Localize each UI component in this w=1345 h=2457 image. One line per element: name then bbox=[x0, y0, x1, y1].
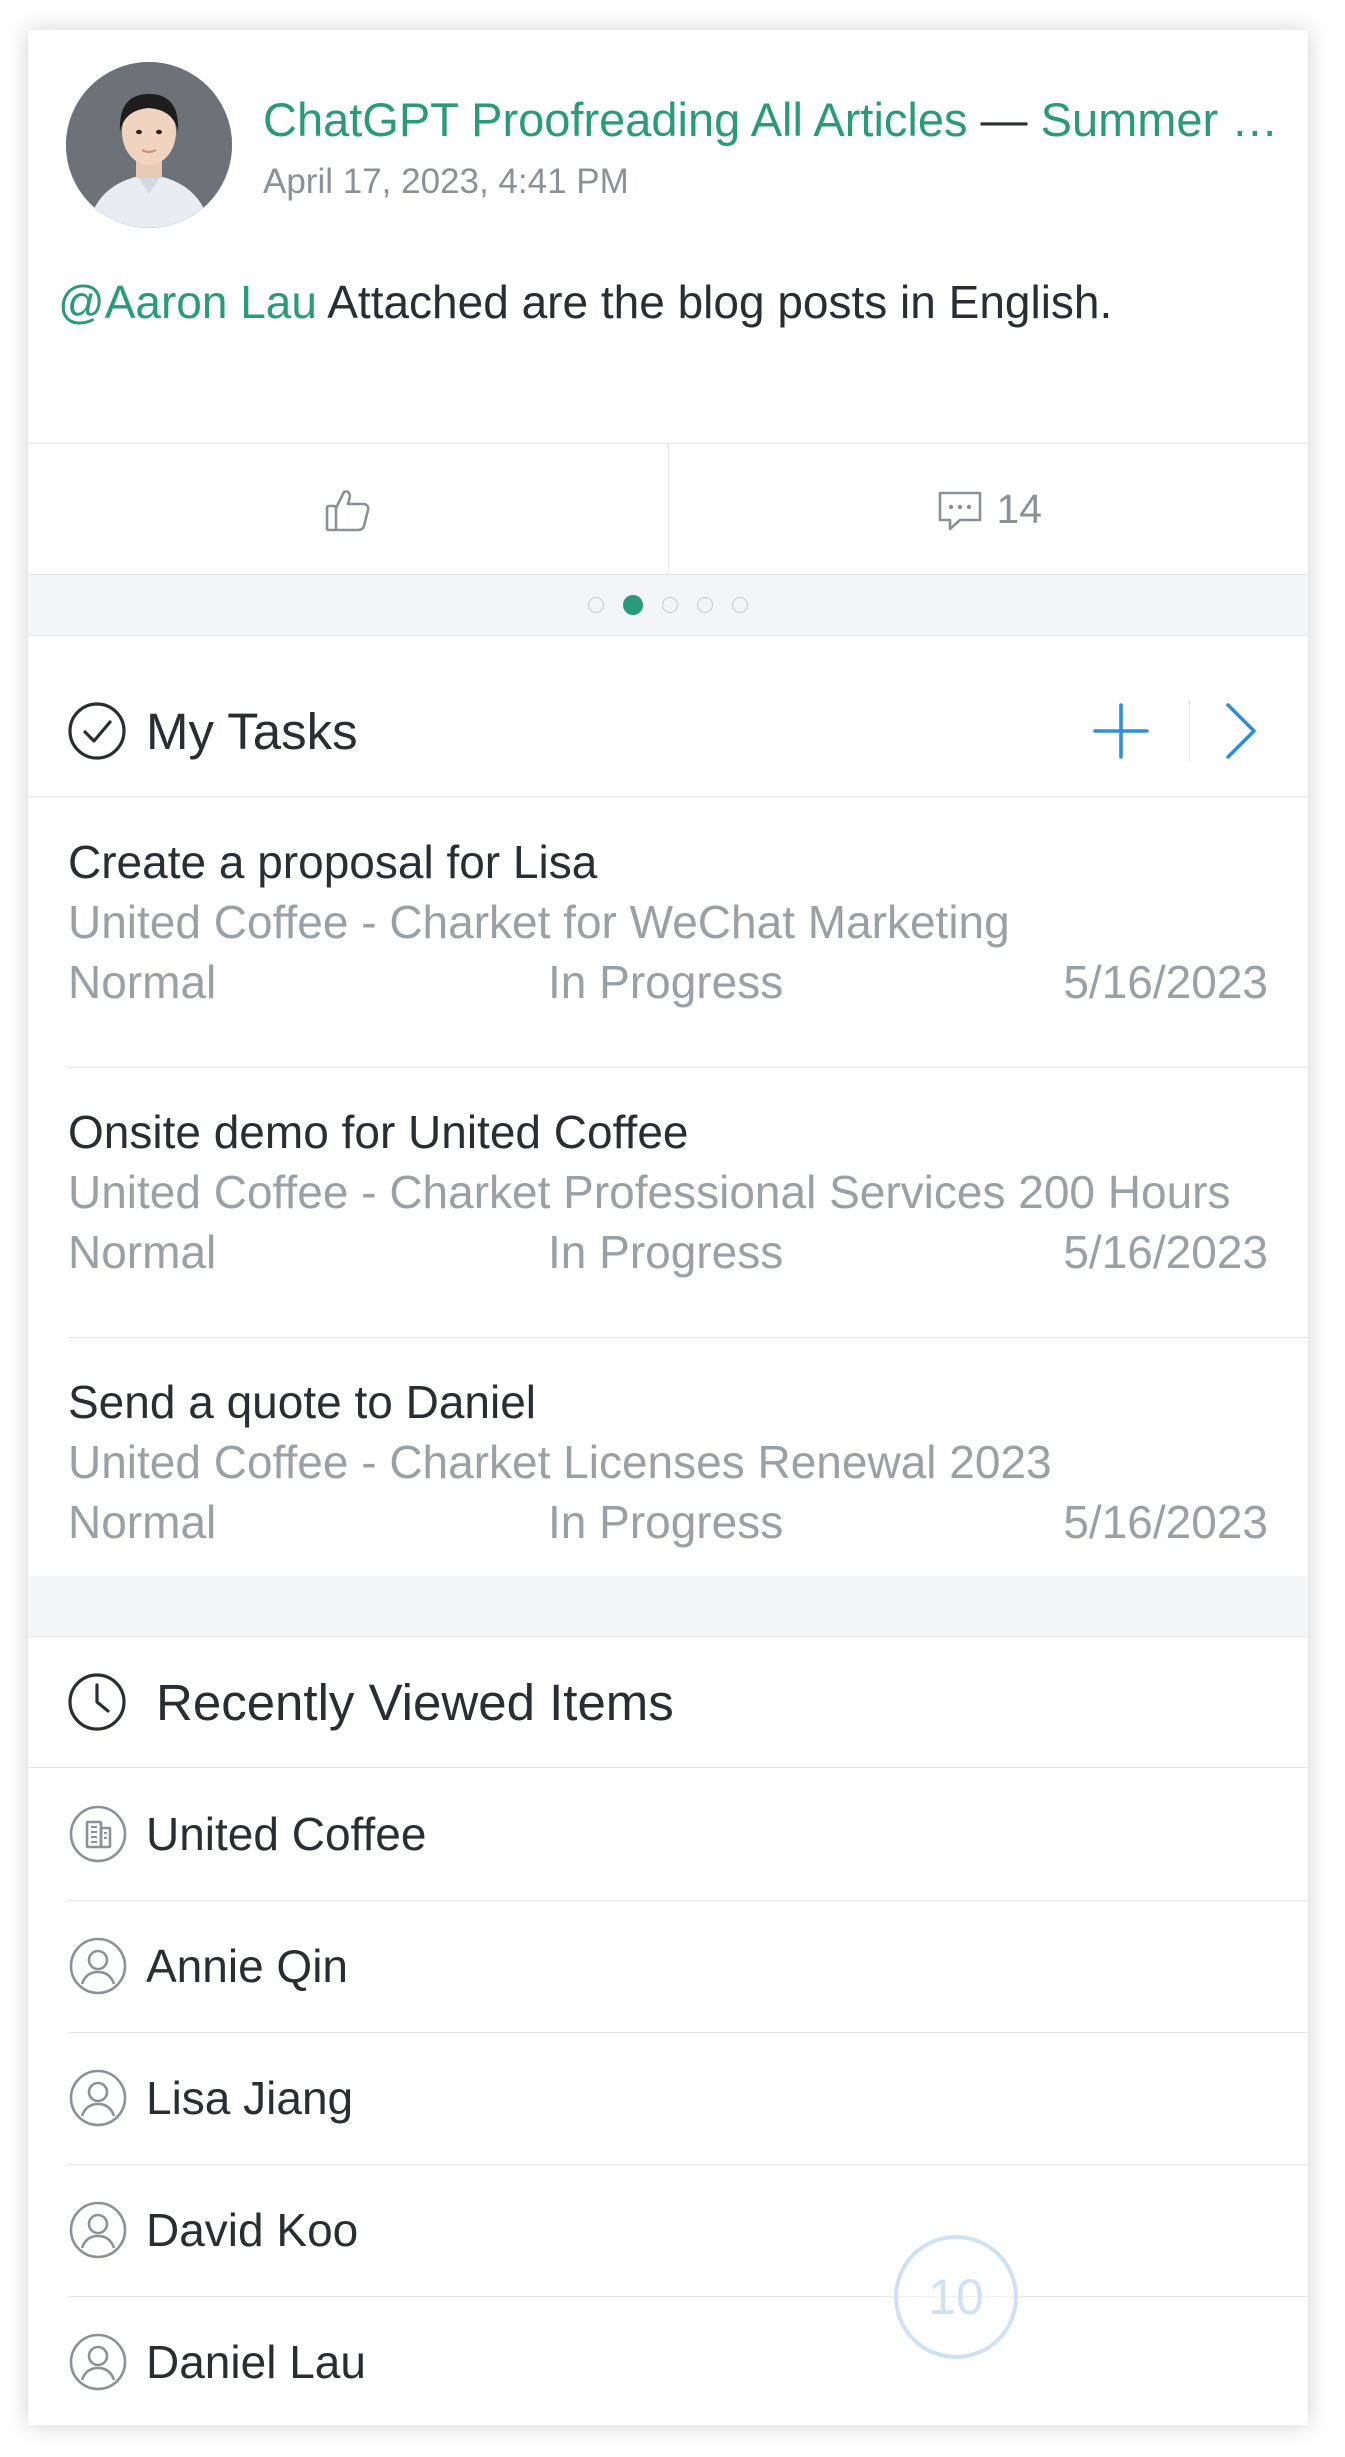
recent-item-label: Annie Qin bbox=[146, 1940, 349, 1992]
post-title[interactable]: ChatGPT Proofreading All Articles — Summ… bbox=[263, 92, 1293, 147]
recent-header: Recently Viewed Items bbox=[28, 1637, 1308, 1768]
clock-icon bbox=[66, 1671, 128, 1733]
person-icon bbox=[68, 2332, 128, 2392]
section-spacer bbox=[28, 1576, 1308, 1637]
task-status: In Progress bbox=[548, 1496, 784, 1548]
recent-item-label: Lisa Jiang bbox=[146, 2072, 354, 2124]
plus-icon bbox=[1093, 703, 1149, 759]
task-meta: Normal In Progress 5/16/2023 bbox=[68, 1495, 1268, 1555]
carousel-dot[interactable] bbox=[732, 597, 748, 613]
add-task-button[interactable] bbox=[1091, 701, 1151, 761]
building-icon bbox=[68, 1804, 128, 1864]
recent-item-label: Daniel Lau bbox=[146, 2336, 366, 2388]
task-priority: Normal bbox=[68, 1226, 217, 1278]
person-icon bbox=[68, 1936, 128, 1996]
tasks-title: My Tasks bbox=[146, 702, 358, 760]
task-related-record: United Coffee - Charket Licenses Renewal… bbox=[68, 1436, 1052, 1488]
post-actions: 14 bbox=[28, 443, 1308, 575]
recent-item[interactable]: United Coffee bbox=[68, 1768, 1308, 1901]
recent-item[interactable]: David Koo bbox=[68, 2164, 1308, 2297]
task-meta: Normal In Progress 5/16/2023 bbox=[68, 1225, 1268, 1285]
task-item[interactable]: Send a quote to Daniel United Coffee - C… bbox=[28, 1337, 1308, 1607]
recent-item[interactable]: Annie Qin bbox=[68, 1900, 1308, 2033]
home-card: ChatGPT Proofreading All Articles — Summ… bbox=[28, 30, 1308, 2425]
feed-post[interactable]: ChatGPT Proofreading All Articles — Summ… bbox=[28, 30, 1308, 443]
person-icon bbox=[68, 2200, 128, 2260]
task-title: Onsite demo for United Coffee bbox=[68, 1106, 689, 1158]
carousel-dot[interactable] bbox=[697, 597, 713, 613]
post-title-suffix[interactable]: Summer Marketing Campaign bbox=[1041, 93, 1293, 146]
task-due-date: 5/16/2023 bbox=[1063, 956, 1268, 1008]
recent-item[interactable]: Daniel Lau bbox=[68, 2296, 1308, 2425]
task-status: In Progress bbox=[548, 1226, 784, 1278]
carousel-pagination bbox=[28, 574, 1308, 636]
task-item[interactable]: Create a proposal for Lisa United Coffee… bbox=[68, 797, 1308, 1068]
post-date: April 17, 2023, 4:41 PM bbox=[263, 162, 629, 201]
avatar-photo bbox=[66, 62, 232, 228]
recent-item[interactable]: Lisa Jiang bbox=[68, 2032, 1308, 2165]
carousel-dot[interactable] bbox=[662, 597, 678, 613]
like-button[interactable] bbox=[28, 444, 668, 575]
post-title-link[interactable]: ChatGPT Proofreading All Articles bbox=[263, 93, 967, 146]
tasks-header-actions bbox=[1091, 666, 1260, 796]
chevron-right-icon bbox=[1226, 703, 1256, 759]
carousel-dot[interactable] bbox=[588, 597, 604, 613]
task-title: Send a quote to Daniel bbox=[68, 1376, 537, 1428]
view-all-tasks-button[interactable] bbox=[1220, 701, 1260, 761]
post-title-separator: — bbox=[967, 93, 1041, 146]
task-status: In Progress bbox=[548, 956, 784, 1008]
task-priority: Normal bbox=[68, 1496, 217, 1548]
comment-count: 14 bbox=[996, 486, 1043, 532]
task-related-record: United Coffee - Charket for WeChat Marke… bbox=[68, 896, 1010, 948]
task-meta: Normal In Progress 5/16/2023 bbox=[68, 955, 1268, 1015]
recent-title: Recently Viewed Items bbox=[156, 1673, 674, 1731]
thumbs-up-icon bbox=[322, 484, 374, 536]
task-priority: Normal bbox=[68, 956, 217, 1008]
recent-item-label: United Coffee bbox=[146, 1808, 427, 1860]
mention-link[interactable]: @Aaron Lau bbox=[58, 276, 317, 328]
post-body: @Aaron Lau Attached are the blog posts i… bbox=[58, 275, 1112, 329]
floating-counter-badge[interactable]: 10 bbox=[894, 2235, 1018, 2359]
comments-button[interactable]: 14 bbox=[667, 444, 1309, 575]
post-body-text: Attached are the blog posts in English. bbox=[316, 276, 1113, 328]
task-due-date: 5/16/2023 bbox=[1063, 1496, 1268, 1548]
recent-item-label: David Koo bbox=[146, 2204, 359, 2256]
comment-icon bbox=[934, 484, 986, 536]
avatar[interactable] bbox=[66, 62, 232, 228]
person-icon bbox=[68, 2068, 128, 2128]
header-divider bbox=[1189, 700, 1190, 762]
check-circle-icon bbox=[66, 700, 128, 762]
task-title: Create a proposal for Lisa bbox=[68, 836, 598, 888]
task-item[interactable]: Onsite demo for United Coffee United Cof… bbox=[68, 1067, 1308, 1338]
task-due-date: 5/16/2023 bbox=[1063, 1226, 1268, 1278]
carousel-dot-active[interactable] bbox=[623, 595, 643, 615]
tasks-header: My Tasks bbox=[28, 666, 1308, 797]
task-related-record: United Coffee - Charket Professional Ser… bbox=[68, 1166, 1231, 1218]
